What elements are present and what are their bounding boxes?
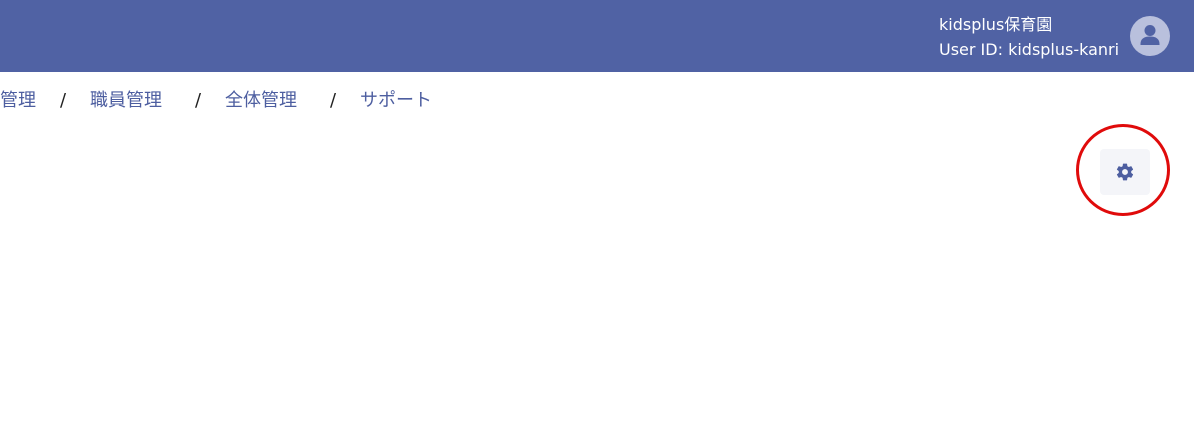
breadcrumb-separator: / xyxy=(195,90,202,111)
top-header-bar: kidsplus保育園 User ID: kidsplus-kanri xyxy=(0,0,1194,72)
breadcrumb-item-kanri[interactable]: 管理 xyxy=(0,86,36,116)
breadcrumb-item-support[interactable]: サポート xyxy=(360,86,432,116)
org-name: kidsplus保育園 xyxy=(939,15,1053,34)
breadcrumb-separator: / xyxy=(60,90,67,111)
user-id-label: User ID: kidsplus-kanri xyxy=(939,40,1120,59)
breadcrumb-item-overall-management[interactable]: 全体管理 xyxy=(225,86,297,116)
gear-icon xyxy=(1116,163,1134,181)
user-avatar-icon xyxy=(1140,25,1160,45)
settings-button[interactable] xyxy=(1100,149,1150,195)
user-info: kidsplus保育園 User ID: kidsplus-kanri xyxy=(939,12,1119,62)
breadcrumb-item-staff-management[interactable]: 職員管理 xyxy=(90,86,162,116)
breadcrumb-separator: / xyxy=(330,90,337,111)
user-avatar-button[interactable] xyxy=(1130,16,1170,56)
